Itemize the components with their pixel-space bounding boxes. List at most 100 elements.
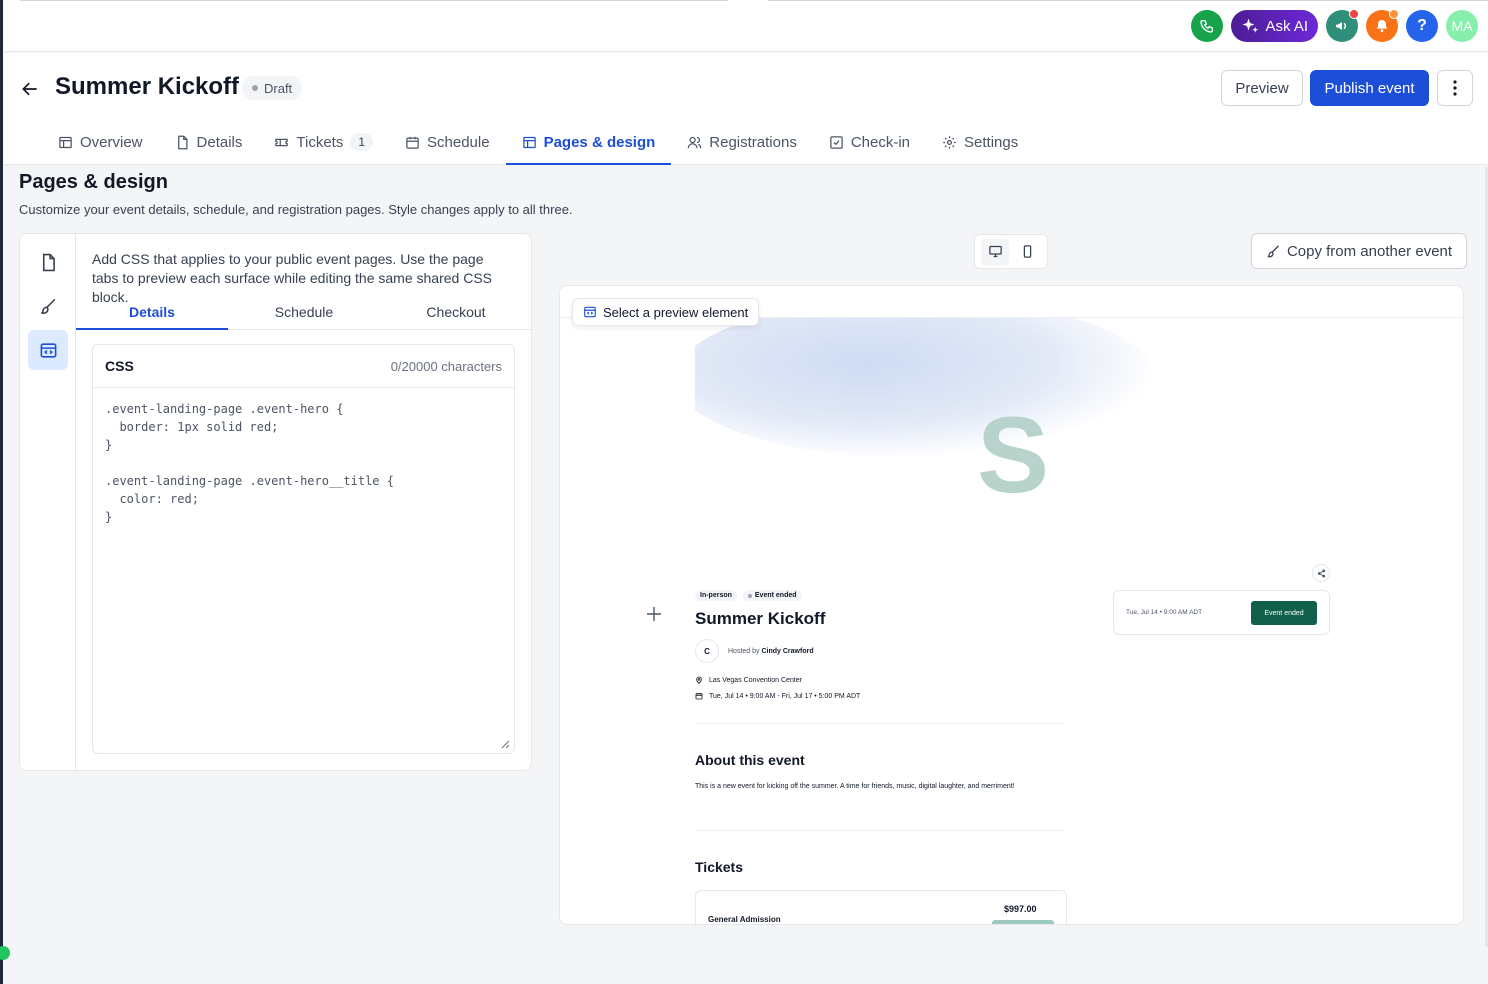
gear-icon: [943, 135, 956, 149]
event-datetime: Tue, Jul 14 • 9:00 AM - Fri, Jul 17 • 5:…: [695, 692, 860, 700]
rail-css-button[interactable]: [28, 330, 68, 370]
megaphone-icon: [1336, 22, 1346, 30]
card-date: Tue, Jul 14 • 9:00 AM ADT: [1126, 609, 1203, 616]
code-window-icon: [584, 306, 596, 318]
css-editor: CSS 0/20000 characters .event-landing-pa…: [92, 344, 515, 754]
tab-tickets[interactable]: Tickets 1: [258, 119, 389, 165]
share-button[interactable]: [1312, 564, 1330, 582]
notifications-button[interactable]: [1366, 9, 1399, 42]
about-heading: About this event: [695, 752, 805, 768]
design-tool-rail: [20, 234, 76, 770]
map-pin-icon: [696, 676, 702, 684]
tab-label: Schedule: [427, 133, 490, 151]
layout-icon: [522, 136, 536, 148]
ticket-select-button[interactable]: [992, 920, 1054, 924]
tab-overview[interactable]: Overview: [42, 119, 159, 165]
page-subtabs: Details Schedule Checkout: [76, 294, 531, 330]
tab-details[interactable]: Details: [159, 119, 259, 165]
file-icon: [42, 253, 55, 271]
host-avatar: C: [695, 639, 719, 663]
tab-settings[interactable]: Settings: [926, 119, 1034, 165]
notification-dot: [1349, 9, 1359, 19]
ask-ai-button[interactable]: Ask AI: [1231, 10, 1318, 42]
top-actions: Ask AI ? MA: [1191, 9, 1478, 42]
tab-label: Registrations: [709, 133, 797, 151]
event-chips: In-person Event ended: [695, 590, 802, 601]
ask-ai-label: Ask AI: [1265, 17, 1308, 35]
user-avatar[interactable]: MA: [1446, 10, 1478, 42]
status-badge: Draft: [242, 76, 303, 100]
select-element-tooltip[interactable]: Select a preview element: [572, 298, 760, 326]
css-code-textarea[interactable]: .event-landing-page .event-hero { border…: [93, 388, 514, 538]
chip-type: In-person: [695, 590, 737, 601]
tab-registrations[interactable]: Registrations: [671, 119, 813, 165]
loading-bar-right: [768, 0, 1488, 1]
css-editor-panel: Add CSS that applies to your public even…: [19, 233, 532, 771]
tab-label: Tickets: [296, 133, 344, 151]
more-options-button[interactable]: [1437, 70, 1473, 106]
top-bar: Ask AI ? MA: [4, 0, 1488, 52]
divider: [695, 723, 1065, 724]
host-prefix: Hosted by: [728, 647, 760, 655]
share-icon: [1317, 569, 1325, 577]
event-tabs: Overview Details Tickets 1 Schedule Page…: [42, 119, 1034, 165]
monitor-icon: [988, 245, 1002, 258]
subtab-details[interactable]: Details: [76, 294, 228, 330]
tab-label: Pages & design: [543, 133, 656, 151]
collapse-handle[interactable]: [0, 946, 10, 960]
tickets-count-badge: 1: [350, 133, 374, 151]
code-window-icon: [40, 342, 56, 358]
phone-button[interactable]: [1191, 10, 1224, 42]
crosshair-icon: [647, 607, 661, 621]
calendar-icon: [695, 693, 703, 700]
event-header: Summer Kickoff Draft Preview Publish eve…: [4, 53, 1488, 165]
copy-from-event-button[interactable]: Copy from another event: [1251, 233, 1467, 269]
ticket-price: $997.00: [1004, 904, 1037, 914]
tab-check-in[interactable]: Check-in: [813, 119, 926, 165]
mobile-view-button[interactable]: [1013, 239, 1041, 265]
tab-schedule[interactable]: Schedule: [389, 119, 506, 165]
ticket-icon: [275, 138, 289, 146]
status-dot: [252, 85, 258, 91]
subtab-schedule[interactable]: Schedule: [228, 294, 380, 329]
event-hero-title[interactable]: Summer Kickoff: [695, 609, 825, 629]
avatar-initials: MA: [1451, 18, 1473, 34]
users-icon: [687, 136, 702, 148]
resize-handle-icon[interactable]: [500, 739, 510, 749]
calendar-icon: [406, 136, 419, 149]
event-location: Las Vegas Convention Center: [695, 676, 802, 684]
checkbox-icon: [830, 135, 843, 149]
tab-pages-design[interactable]: Pages & design: [505, 119, 672, 165]
registration-card: Tue, Jul 14 • 9:00 AM ADT Event ended: [1113, 590, 1330, 635]
phone-icon: [1200, 20, 1214, 33]
status-label: Draft: [264, 80, 293, 96]
host-name: Cindy Crawford: [761, 647, 814, 655]
copy-label: Copy from another event: [1286, 242, 1453, 260]
subtab-checkout[interactable]: Checkout: [380, 294, 531, 329]
rail-style-button[interactable]: [28, 286, 68, 326]
chip-status-label: Event ended: [754, 592, 797, 599]
section-subtitle: Customize your event details, schedule, …: [19, 202, 573, 217]
sparkle-icon: [1242, 18, 1259, 33]
tab-label: Settings: [964, 133, 1019, 151]
publish-event-button[interactable]: Publish event: [1310, 70, 1429, 106]
desktop-view-button[interactable]: [981, 238, 1009, 265]
ticket-card[interactable]: General Admission $997.00: [695, 890, 1067, 924]
preview-button[interactable]: Preview: [1221, 70, 1303, 106]
tab-label: Check-in: [850, 133, 911, 151]
event-hero[interactable]: S: [695, 318, 1155, 548]
location-text: Las Vegas Convention Center: [709, 676, 803, 684]
back-arrow-icon[interactable]: [20, 79, 40, 99]
rail-pages-button[interactable]: [28, 242, 68, 282]
help-button[interactable]: ?: [1406, 10, 1438, 42]
chip-dot: [747, 593, 752, 598]
select-tip-label: Select a preview element: [603, 304, 749, 320]
css-editor-header: CSS 0/20000 characters: [93, 345, 514, 388]
ticket-name: General Admission: [708, 915, 781, 924]
layout-icon: [59, 136, 72, 148]
loading-bar: [20, 0, 728, 1]
event-ended-button[interactable]: Event ended: [1251, 601, 1317, 625]
announcements-button[interactable]: [1326, 9, 1359, 42]
event-page-preview: Select a preview element S In-person Eve…: [559, 285, 1464, 925]
about-text: This is a new event for kicking off the …: [695, 783, 1015, 790]
